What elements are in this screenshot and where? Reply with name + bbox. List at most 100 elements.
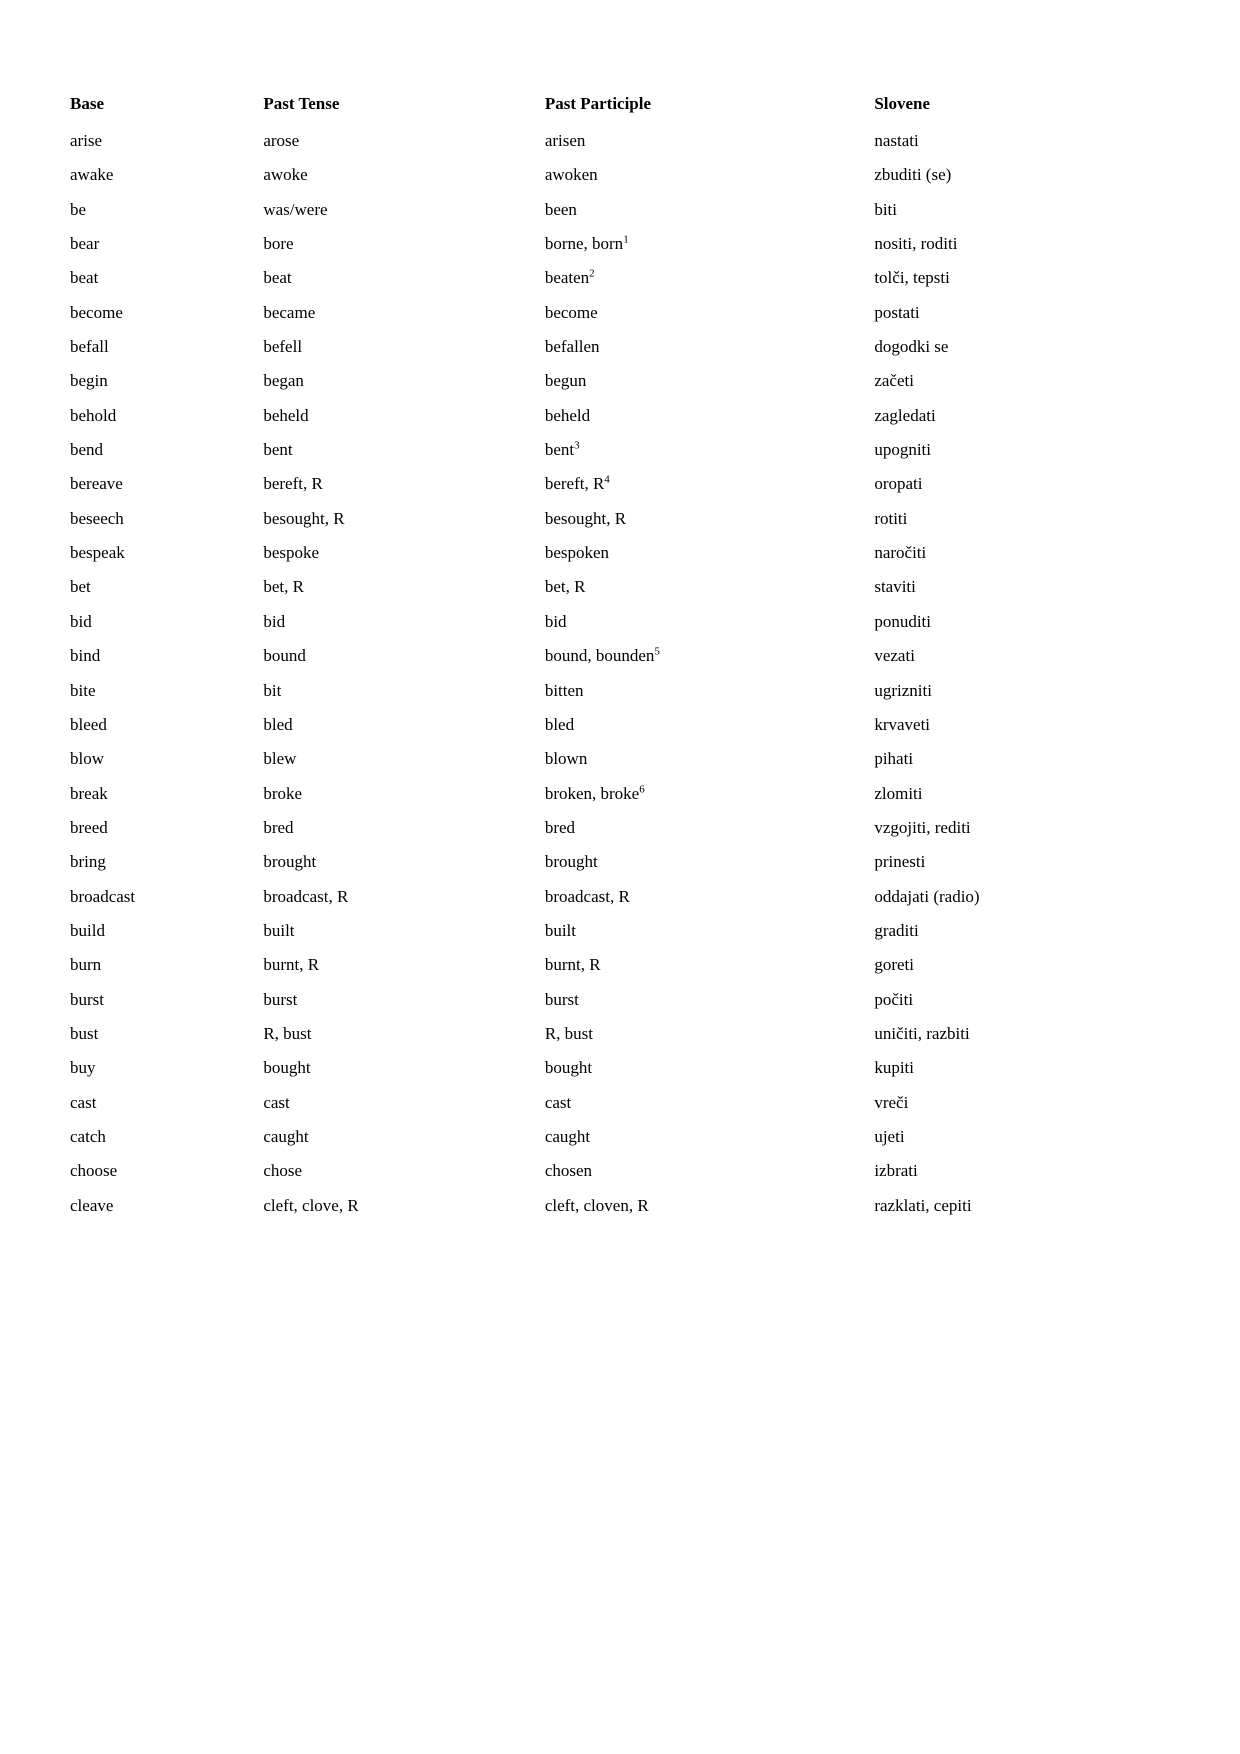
table-cell: cast	[70, 1086, 253, 1120]
table-cell: bought	[253, 1051, 534, 1085]
table-cell: blown	[535, 742, 865, 776]
table-cell: kupiti	[864, 1051, 1170, 1085]
table-cell: chose	[253, 1154, 534, 1188]
table-cell: borne, born1	[535, 227, 865, 261]
table-cell: začeti	[864, 364, 1170, 398]
table-cell: dogodki se	[864, 330, 1170, 364]
table-cell: befallen	[535, 330, 865, 364]
table-cell: počiti	[864, 983, 1170, 1017]
table-cell: chosen	[535, 1154, 865, 1188]
table-row: bespeakbespokebespokennaročiti	[70, 536, 1170, 570]
table-cell: ponuditi	[864, 605, 1170, 639]
table-cell: bite	[70, 674, 253, 708]
column-header-past tense: Past Tense	[253, 88, 534, 124]
table-cell: burnt, R	[253, 948, 534, 982]
table-row: buyboughtboughtkupiti	[70, 1051, 1170, 1085]
table-cell: oddajati (radio)	[864, 880, 1170, 914]
table-row: bendbentbent3upogniti	[70, 433, 1170, 467]
table-cell: bereave	[70, 467, 253, 501]
table-cell: beaten2	[535, 261, 865, 295]
table-cell: burst	[535, 983, 865, 1017]
table-cell: bespeak	[70, 536, 253, 570]
table-cell: R, bust	[253, 1017, 534, 1051]
table-cell: bent3	[535, 433, 865, 467]
table-row: bringbroughtbroughtprinesti	[70, 845, 1170, 879]
table-cell: broadcast	[70, 880, 253, 914]
table-cell: arose	[253, 124, 534, 158]
table-cell: prinesti	[864, 845, 1170, 879]
table-cell: besought, R	[535, 502, 865, 536]
table-cell: arise	[70, 124, 253, 158]
table-cell: rotiti	[864, 502, 1170, 536]
table-cell: began	[253, 364, 534, 398]
table-row: bewas/werebeenbiti	[70, 193, 1170, 227]
table-row: catchcaughtcaughtujeti	[70, 1120, 1170, 1154]
table-row: becomebecamebecomepostati	[70, 296, 1170, 330]
table-cell: zbuditi (se)	[864, 158, 1170, 192]
table-cell: nositi, roditi	[864, 227, 1170, 261]
table-row: befallbefellbefallendogodki se	[70, 330, 1170, 364]
table-row: blowblewblownpihati	[70, 742, 1170, 776]
table-row: bindboundbound, bounden5vezati	[70, 639, 1170, 673]
table-cell: broke	[253, 777, 534, 811]
table-cell: bend	[70, 433, 253, 467]
table-cell: buy	[70, 1051, 253, 1085]
table-cell: ugrizniti	[864, 674, 1170, 708]
table-row: bearboreborne, born1nositi, roditi	[70, 227, 1170, 261]
table-row: betbet, Rbet, Rstaviti	[70, 570, 1170, 604]
table-cell: catch	[70, 1120, 253, 1154]
table-cell: bereft, R4	[535, 467, 865, 501]
table-cell: bit	[253, 674, 534, 708]
table-cell: awoken	[535, 158, 865, 192]
table-row: beseechbesought, Rbesought, Rrotiti	[70, 502, 1170, 536]
table-cell: beseech	[70, 502, 253, 536]
table-cell: build	[70, 914, 253, 948]
table-cell: bind	[70, 639, 253, 673]
table-cell: broken, broke6	[535, 777, 865, 811]
table-cell: choose	[70, 1154, 253, 1188]
table-cell: bereft, R	[253, 467, 534, 501]
table-row: choosechosechosenizbrati	[70, 1154, 1170, 1188]
table-cell: bleed	[70, 708, 253, 742]
table-cell: was/were	[253, 193, 534, 227]
table-cell: bent	[253, 433, 534, 467]
table-cell: R, bust	[535, 1017, 865, 1051]
table-cell: become	[70, 296, 253, 330]
table-cell: been	[535, 193, 865, 227]
table-cell: burst	[70, 983, 253, 1017]
table-cell: caught	[535, 1120, 865, 1154]
table-row: beatbeatbeaten2tolči, tepsti	[70, 261, 1170, 295]
table-row: bitebitbittenugrizniti	[70, 674, 1170, 708]
table-cell: tolči, tepsti	[864, 261, 1170, 295]
table-cell: blow	[70, 742, 253, 776]
table-cell: broadcast, R	[535, 880, 865, 914]
table-cell: bespoken	[535, 536, 865, 570]
table-row: burstburstburstpočiti	[70, 983, 1170, 1017]
table-cell: pihati	[864, 742, 1170, 776]
table-cell: razklati, cepiti	[864, 1189, 1170, 1223]
table-cell: zagledati	[864, 399, 1170, 433]
irregular-verbs-table: BasePast TensePast ParticipleSlovene ari…	[70, 88, 1170, 1223]
table-cell: beat	[70, 261, 253, 295]
table-cell: befall	[70, 330, 253, 364]
table-cell: brought	[535, 845, 865, 879]
table-row: bereavebereft, Rbereft, R4oropati	[70, 467, 1170, 501]
table-row: breakbrokebroken, broke6zlomiti	[70, 777, 1170, 811]
table-cell: zlomiti	[864, 777, 1170, 811]
table-cell: arisen	[535, 124, 865, 158]
table-cell: cleft, cloven, R	[535, 1189, 865, 1223]
table-cell: bitten	[535, 674, 865, 708]
table-cell: izbrati	[864, 1154, 1170, 1188]
table-cell: built	[535, 914, 865, 948]
table-cell: behold	[70, 399, 253, 433]
table-cell: burst	[253, 983, 534, 1017]
table-cell: bought	[535, 1051, 865, 1085]
table-cell: blew	[253, 742, 534, 776]
table-cell: uničiti, razbiti	[864, 1017, 1170, 1051]
column-header-past participle: Past Participle	[535, 88, 865, 124]
table-cell: krvaveti	[864, 708, 1170, 742]
table-cell: brought	[253, 845, 534, 879]
table-row: burnburnt, Rburnt, Rgoreti	[70, 948, 1170, 982]
table-cell: bring	[70, 845, 253, 879]
table-cell: vreči	[864, 1086, 1170, 1120]
